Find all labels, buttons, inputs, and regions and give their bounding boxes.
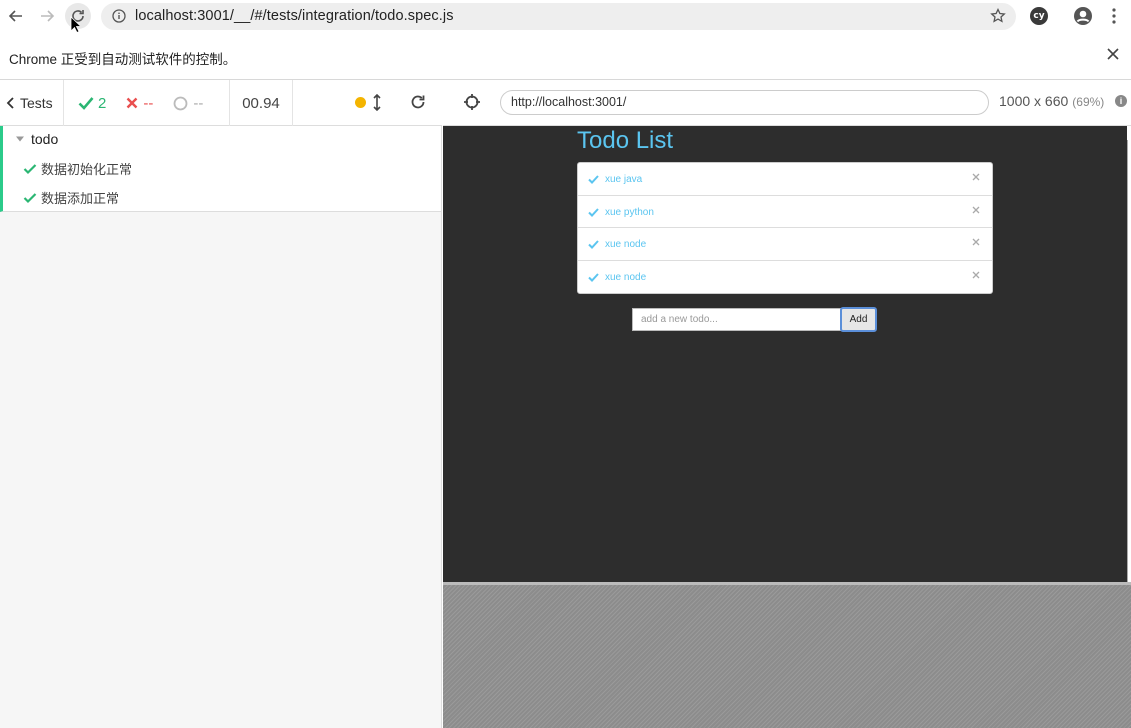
add-todo-form: add a new todo... Add — [632, 307, 877, 332]
delete-x-icon[interactable] — [972, 206, 980, 214]
suite-title[interactable]: todo — [15, 131, 58, 147]
failed-count: -- — [143, 94, 154, 112]
check-icon[interactable] — [588, 239, 599, 250]
auto-scroll-arrows-icon[interactable] — [373, 94, 381, 111]
test-title: 数据添加正常 — [41, 191, 120, 206]
todo-item[interactable]: xue node — [578, 228, 992, 261]
passed-stat: 2 — [78, 95, 106, 112]
tests-label: Tests — [20, 95, 53, 111]
spinner-circle-icon — [173, 96, 188, 110]
check-icon — [23, 192, 37, 203]
selector-playground-crosshair-icon[interactable] — [463, 93, 481, 111]
todo-text: xue java — [605, 174, 643, 185]
todo-list: xue java xue python xue node xue node — [577, 162, 993, 294]
frame-scrollbar[interactable] — [1127, 140, 1131, 582]
runner-header: Tests 2 -- -- 00.94 — [0, 80, 442, 126]
todo-item[interactable]: xue java — [578, 163, 992, 196]
viewport-scale: (69%) — [1072, 95, 1105, 109]
add-button[interactable]: Add — [840, 307, 877, 332]
delete-x-icon[interactable] — [972, 238, 980, 246]
browser-toolbar: localhost:3001/__/#/tests/integration/to… — [0, 0, 1131, 34]
restart-icon[interactable] — [410, 94, 426, 110]
pending-stat: -- — [173, 95, 203, 112]
caret-down-icon — [16, 136, 24, 142]
suite-title-text: todo — [31, 131, 59, 147]
automation-message: Chrome 正受到自动测试软件的控制。 — [9, 52, 237, 67]
viewport-size: 1000 x 660 (69%) — [999, 93, 1104, 109]
forward-button[interactable] — [35, 4, 59, 28]
test-item[interactable]: 数据初始化正常 — [23, 159, 132, 178]
delete-x-icon[interactable] — [972, 271, 980, 279]
preview-header: http://localhost:3001/ 1000 x 660 (69%) i — [443, 80, 1131, 126]
preview-background — [443, 582, 1131, 728]
mouse-cursor-icon — [70, 16, 80, 34]
page-title: Todo List — [577, 127, 674, 154]
check-icon[interactable] — [588, 272, 599, 283]
new-todo-input[interactable]: add a new todo... — [632, 308, 841, 331]
running-indicator-dot — [355, 97, 366, 108]
todo-text: xue python — [605, 206, 654, 218]
automation-infobar: Chrome 正受到自动测试软件的控制。 — [0, 33, 1131, 80]
bookmark-star-icon[interactable] — [990, 8, 1006, 24]
profile-icon[interactable] — [1073, 6, 1093, 26]
arrow-left-icon — [8, 10, 22, 22]
pending-count: -- — [193, 94, 204, 112]
back-button[interactable] — [4, 4, 28, 28]
passed-count: 2 — [98, 94, 107, 112]
duration: 00.94 — [230, 80, 293, 126]
test-title: 数据初始化正常 — [41, 162, 133, 177]
address-bar[interactable]: localhost:3001/__/#/tests/integration/to… — [101, 3, 1016, 30]
todo-item[interactable]: xue python — [578, 196, 992, 228]
info-icon[interactable] — [112, 9, 126, 23]
test-item[interactable]: 数据添加正常 — [23, 188, 119, 207]
todo-text: xue node — [605, 239, 647, 250]
check-icon[interactable] — [588, 207, 599, 218]
check-icon — [23, 163, 37, 174]
tests-back-button[interactable]: Tests — [0, 80, 64, 126]
failed-stat: -- — [126, 95, 153, 112]
suite-todo[interactable]: todo 数据初始化正常 数据添加正常 — [0, 126, 441, 212]
kebab-menu-icon[interactable] — [1106, 7, 1122, 25]
runner-controls — [293, 80, 442, 126]
viewport-info-icon[interactable]: i — [1115, 95, 1127, 107]
todo-text: xue node — [605, 271, 647, 283]
address-url[interactable]: localhost:3001/__/#/tests/integration/to… — [135, 8, 454, 24]
check-icon — [78, 97, 94, 110]
test-stats: 2 -- -- — [64, 80, 230, 126]
cypress-extension-icon[interactable]: cy — [1030, 7, 1048, 25]
preview-url: http://localhost:3001/ — [500, 90, 989, 115]
close-icon[interactable] — [1106, 47, 1120, 61]
app-preview-frame: Todo List xue java xue python xue node x… — [443, 126, 1127, 582]
x-icon — [126, 97, 138, 109]
chevron-left-icon — [6, 97, 14, 109]
todo-item[interactable]: xue node — [578, 261, 992, 294]
arrow-right-icon — [41, 10, 55, 22]
viewport-dimensions: 1000 x 660 — [999, 93, 1069, 109]
runner-panel: todo 数据初始化正常 数据添加正常 — [0, 126, 442, 728]
check-icon[interactable] — [588, 174, 599, 185]
delete-x-icon[interactable] — [972, 173, 980, 181]
